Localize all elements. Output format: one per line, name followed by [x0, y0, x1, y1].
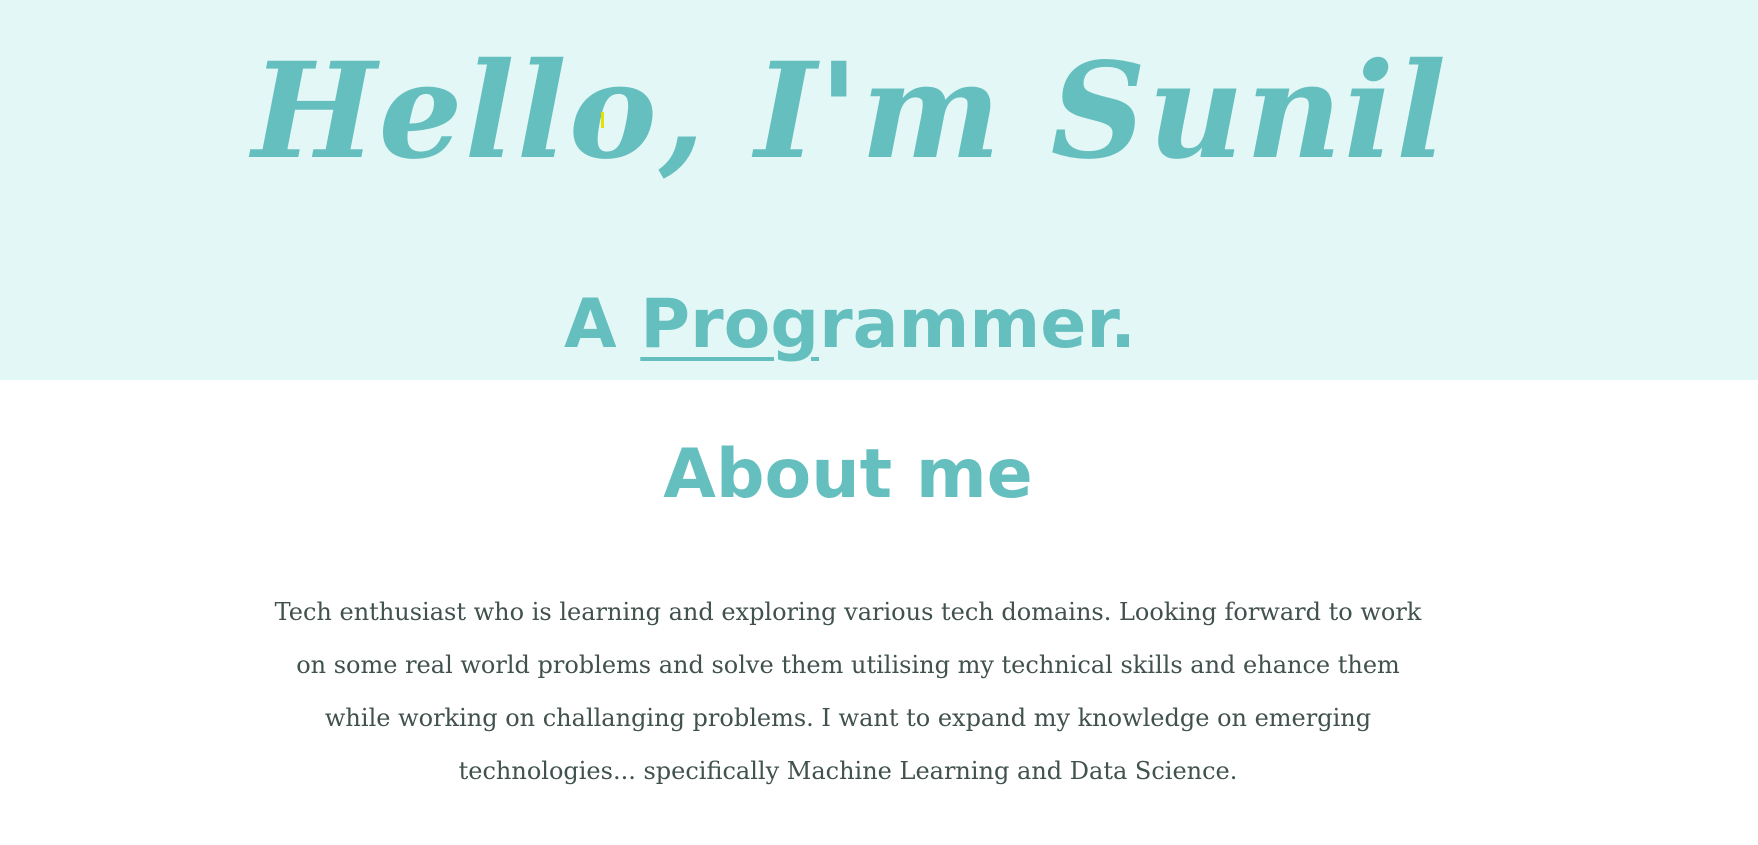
about-heading: About me: [663, 435, 1033, 514]
hero-greeting: Hello, I'm Sunil: [251, 34, 1449, 189]
subtitle-prefix: A: [563, 285, 641, 364]
about-body-text: Tech enthusiast who is learning and expl…: [274, 598, 1422, 785]
hero-subtitle: A Programmer.: [0, 280, 1700, 370]
subtitle-typed-text: Prog: [640, 285, 820, 364]
subtitle-rest: rammer.: [819, 285, 1136, 364]
hero-section: Hello, I'm Sunil A Programmer.: [0, 0, 1758, 380]
text-cursor-icon: [601, 112, 604, 128]
